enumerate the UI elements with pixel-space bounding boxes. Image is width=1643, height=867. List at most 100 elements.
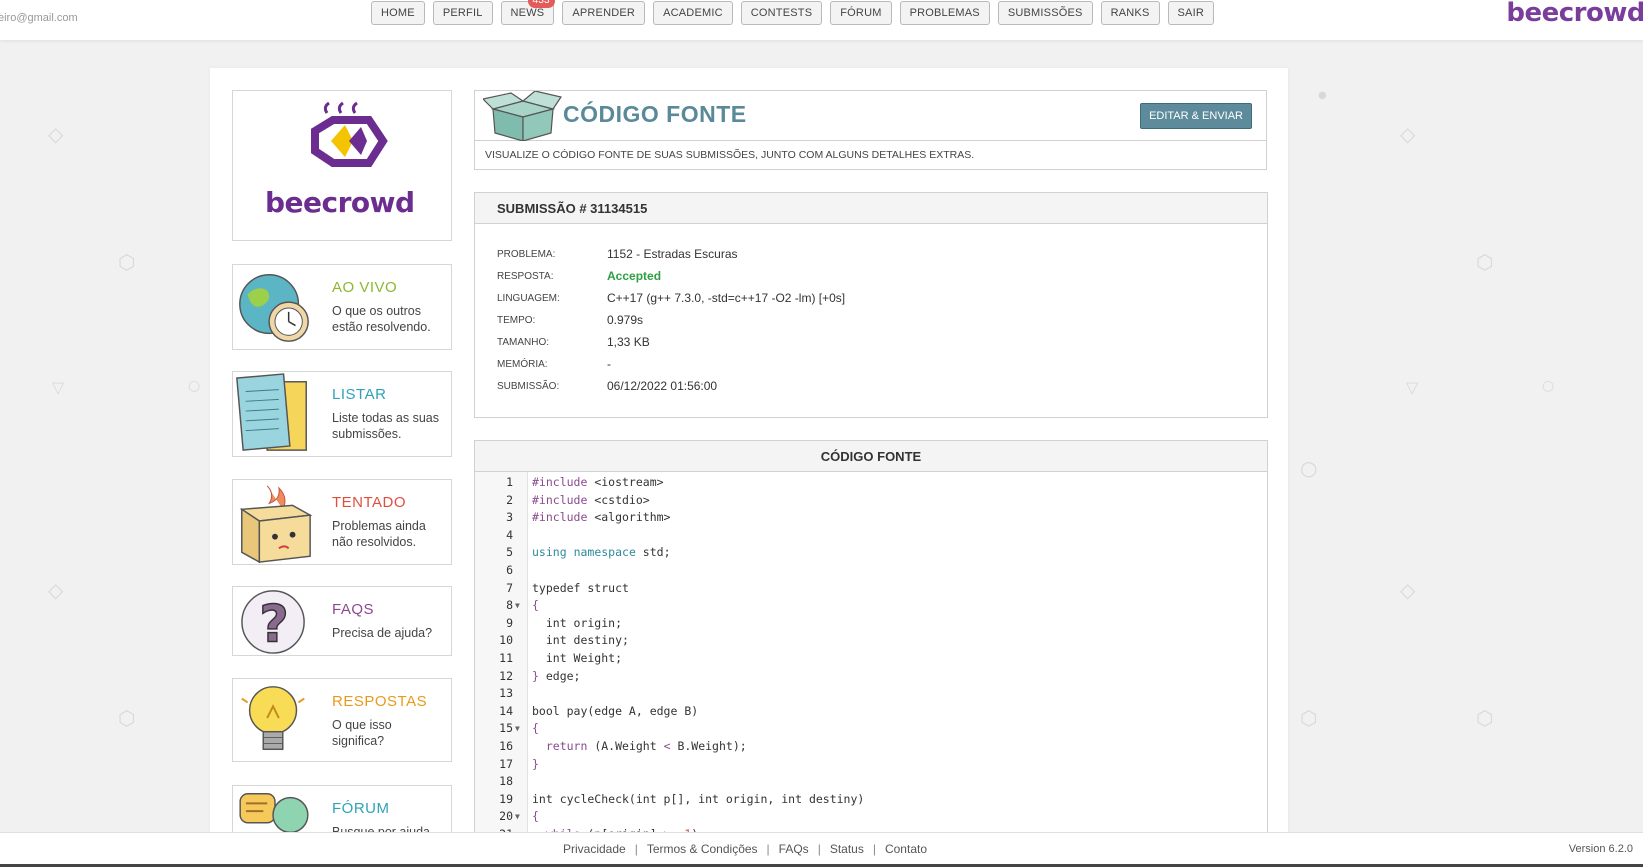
line-number: 19 <box>499 791 513 806</box>
edit-and-submit-button[interactable]: EDITAR & ENVIAR <box>1140 103 1252 129</box>
info-row-tempo: TEMPO: 0.979s <box>497 312 1197 332</box>
code-editor[interactable]: 1 #include <iostream> 2 #include <cstdio> 3 #… <box>475 474 1267 839</box>
nav-sair-button[interactable]: SAIR <box>1167 1 1214 25</box>
fold-toggle-icon[interactable]: ▼ <box>515 720 520 738</box>
footer-link-contato[interactable]: Contato <box>885 842 927 856</box>
code-text: return (A.Weight < B.Weight); <box>545 738 747 753</box>
code-text: { <box>532 721 539 736</box>
footer-link-privacidade[interactable]: Privacidade <box>563 842 626 856</box>
footer-link-status[interactable]: Status <box>830 842 864 856</box>
problem-link[interactable]: 1152 - Estradas Escuras <box>607 247 738 261</box>
sidebar-item-title: LISTAR <box>332 386 387 403</box>
code-line: 10 int destiny; <box>475 632 1267 650</box>
sidebar-item-ao-vivo[interactable]: AO VIVO O que os outros estão resolvendo… <box>232 264 452 350</box>
nav-aprender-button[interactable]: APRENDER <box>562 1 646 25</box>
fold-toggle-icon[interactable]: ▼ <box>515 808 520 826</box>
footer: Privacidade | Termos & Condições | FAQs … <box>0 832 1643 867</box>
burning-box-icon <box>239 485 313 564</box>
sidebar-item-desc: Liste todas as suas submissões. <box>332 411 440 441</box>
user-email: eiro@gmail.com <box>0 12 78 24</box>
sidebar-item-listar[interactable]: LISTAR Liste todas as suas submissões. <box>232 371 452 457</box>
code-line: 18 <box>475 773 1267 791</box>
code-line: 11 int Weight; <box>475 650 1267 668</box>
line-number: 16 <box>499 738 513 753</box>
page-title: CÓDIGO FONTE <box>563 101 747 127</box>
hexagon-shape: ⬡ <box>1476 706 1494 730</box>
line-number: 5 <box>506 545 513 560</box>
code-line: 7 typedef struct <box>475 580 1267 598</box>
submission-details-box: SUBMISSÃO # 31134515 PROBLEMA: 1152 - Es… <box>474 192 1268 418</box>
circle-shape: ○ <box>1542 378 1555 394</box>
code-text: int cycleCheck(int p[], int origin, int … <box>532 791 865 806</box>
code-line: 19 int cycleCheck(int p[], int origin, in… <box>475 791 1267 809</box>
code-line: 9 int origin; <box>475 615 1267 633</box>
beecrowd-logo-icon <box>311 101 388 167</box>
brand-logo[interactable]: beecrowd <box>1506 0 1643 28</box>
line-number: 18 <box>499 774 513 789</box>
code-text: #include <algorithm> <box>532 510 671 525</box>
diamond-shape: ◇ <box>1400 578 1416 602</box>
top-navbar: eiro@gmail.com HOME PERFIL NEWS 433 APRE… <box>0 0 1643 40</box>
code-line: 16 return (A.Weight < B.Weight); <box>475 738 1267 756</box>
code-text: } <box>532 756 539 771</box>
footer-separator: | <box>634 842 638 856</box>
code-text: bool pay(edge A, edge B) <box>532 703 699 718</box>
nav-news-button[interactable]: NEWS 433 <box>500 0 555 25</box>
circle-shape: ○ <box>188 378 201 394</box>
footer-link-faqs[interactable]: FAQs <box>779 842 809 856</box>
footer-separator: | <box>817 842 821 856</box>
sidebar-item-tentado[interactable]: TENTADO Problemas ainda não resolvidos. <box>232 479 452 565</box>
code-text: int origin; <box>532 615 623 630</box>
main-nav: HOME PERFIL NEWS 433 APRENDER ACADEMIC C… <box>371 0 1214 25</box>
line-number: 4 <box>506 527 513 542</box>
code-line: 13 <box>475 685 1267 703</box>
page: { "topbar": { "user_email": "eiro@gmail.… <box>0 0 1643 867</box>
code-text: #include <cstdio> <box>532 492 650 507</box>
nav-academic-button[interactable]: ACADEMIC <box>653 1 733 25</box>
submission-header: SUBMISSÃO # 31134515 <box>475 193 1267 224</box>
sidebar-item-title: RESPOSTAS <box>332 693 428 710</box>
nav-problemas-button[interactable]: PROBLEMAS <box>899 1 990 25</box>
code-text: #include <iostream> <box>532 475 664 489</box>
nav-forum-button[interactable]: FÓRUM <box>830 1 892 25</box>
triangle-shape: ▽ <box>1406 378 1419 397</box>
fold-toggle-icon[interactable]: ▼ <box>515 597 520 615</box>
code-text: } edge; <box>532 668 581 683</box>
source-code-box: CÓDIGO FONTE 1 #include <iostream> 2 #inclu… <box>474 440 1268 840</box>
code-text: int destiny; <box>532 633 629 648</box>
nav-perfil-button[interactable]: PERFIL <box>432 1 493 25</box>
sidebar-item-desc: Precisa de ajuda? <box>332 626 433 640</box>
line-number: 1 <box>506 475 513 489</box>
info-row-memoria: MEMÓRIA: - <box>497 356 1197 376</box>
time-value: 0.979s <box>607 313 644 327</box>
sidebar-item-respostas[interactable]: RESPOSTAS O que isso significa? <box>232 678 452 762</box>
diamond-shape: ◇ <box>1400 122 1416 146</box>
line-number: 11 <box>499 650 513 665</box>
verdict-value: Accepted <box>607 269 662 283</box>
sidebar-logo-box[interactable]: beecrowd <box>232 90 452 241</box>
footer-link-termos[interactable]: Termos & Condições <box>647 842 758 856</box>
info-row-tamanho: TAMANHO: 1,33 KB <box>497 334 1197 354</box>
nav-contests-button[interactable]: CONTESTS <box>740 1 823 25</box>
line-number: 6 <box>506 562 513 577</box>
sidebar-item-desc: Problemas ainda não resolvidos. <box>332 519 426 549</box>
line-number: 2 <box>506 492 513 507</box>
nav-news-label: NEWS <box>510 7 545 19</box>
info-label: TAMANHO: <box>497 337 550 348</box>
nav-home-button[interactable]: HOME <box>371 1 425 25</box>
nav-submissoes-button[interactable]: SUBMISSÕES <box>997 1 1093 25</box>
code-line: 6 <box>475 562 1267 580</box>
page-header-box: CÓDIGO FONTE EDITAR & ENVIAR VISUALIZE O… <box>474 90 1267 170</box>
info-label: RESPOSTA: <box>497 271 554 282</box>
info-row-linguagem: LINGUAGEM: C++17 (g++ 7.3.0, -std=c++17 … <box>497 290 1197 310</box>
info-label: PROBLEMA: <box>497 249 556 260</box>
diamond-shape: ◇ <box>48 122 64 146</box>
open-box-icon <box>483 91 562 141</box>
nav-ranks-button[interactable]: RANKS <box>1100 1 1160 25</box>
line-number: 17 <box>499 756 513 771</box>
sidebar-item-faqs[interactable]: ? FAQS Precisa de ajuda? <box>232 586 452 656</box>
footer-separator: | <box>872 842 876 856</box>
code-line: 20 ▼ { <box>475 808 1267 826</box>
submission-title: SUBMISSÃO # 31134515 <box>497 201 648 216</box>
circle-shape: ○ <box>1300 456 1318 480</box>
